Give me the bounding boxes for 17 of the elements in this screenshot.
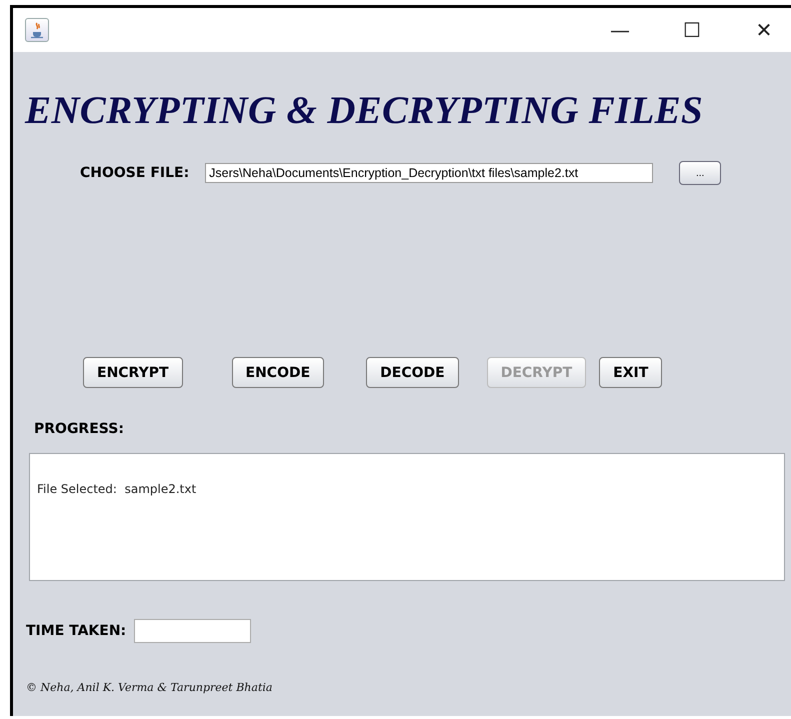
close-button[interactable]: ✕: [737, 8, 791, 52]
file-path-field[interactable]: Jsers\Neha\Documents\Encryption_Decryption\txt files\sample2.txt: [205, 163, 654, 183]
log-text: File Selected: sample2.txt: [37, 482, 196, 496]
cup-icon: [25, 18, 49, 42]
time-field[interactable]: [134, 619, 252, 643]
choose-file-label: CHOOSE FILE:: [80, 165, 190, 181]
action-button[interactable]: ENCODE: [232, 357, 324, 388]
maximize-button[interactable]: ☐: [665, 8, 719, 52]
browse-button[interactable]: ...: [679, 161, 722, 185]
time-taken-label: TIME TAKEN:: [26, 623, 126, 639]
action-button[interactable]: ENCRYPT: [83, 357, 183, 388]
action-button[interactable]: DECODE: [366, 357, 459, 388]
copyright-text: © Neha, Anil K. Verma & Tarunpreet Bhatia: [26, 681, 274, 694]
minimize-button[interactable]: —: [593, 8, 647, 52]
action-button[interactable]: EXIT: [599, 357, 662, 388]
progress-label: PROGRESS:: [34, 421, 125, 437]
app-heading: ENCRYPTING & DECRYPTING FILES: [25, 88, 704, 133]
